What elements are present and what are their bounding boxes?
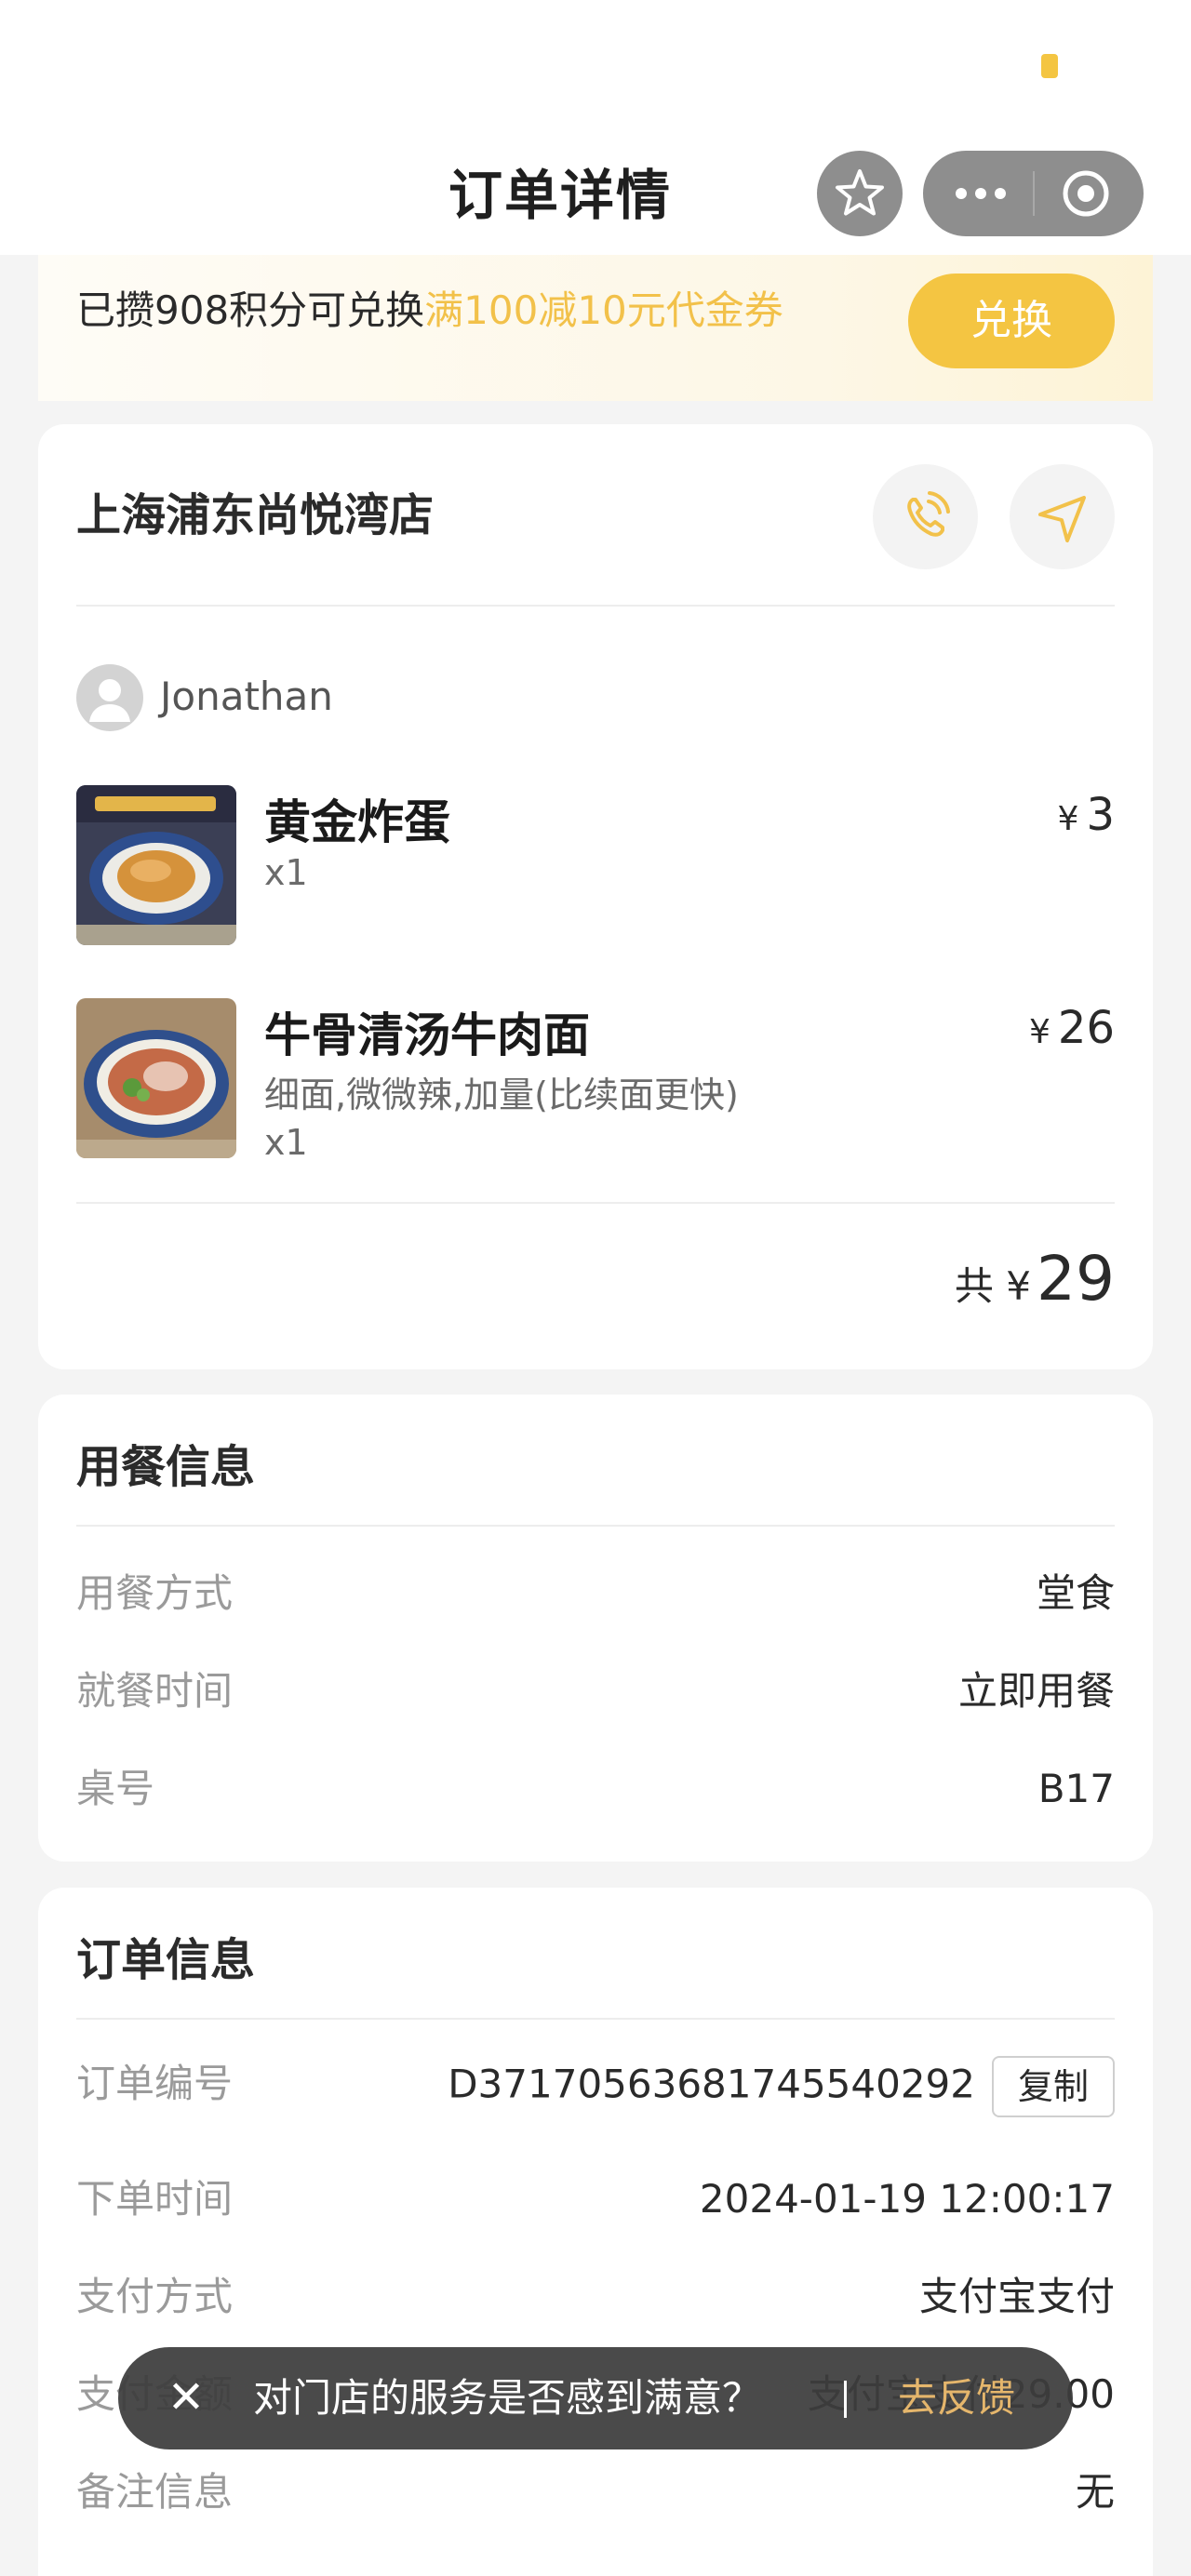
store-name: 上海浦东尚悦湾店 — [76, 489, 435, 541]
close-icon[interactable]: ✕ — [163, 2347, 209, 2449]
section-divider — [76, 2018, 1115, 2020]
item-quantity: x1 — [264, 852, 308, 893]
dining-info-card: 用餐信息 用餐方式 堂食 就餐时间 立即用餐 桌号 B17 — [38, 1395, 1153, 1862]
star-icon — [836, 169, 884, 216]
info-row: 支付方式 支付宝支付 — [76, 2269, 1115, 2325]
info-row: 用餐方式 堂食 — [76, 1566, 1115, 1622]
info-label: 订单编号 — [76, 2061, 234, 2106]
food-image-icon — [76, 998, 236, 1158]
order-number-row: 订单编号 D37170563681745540292 复制 — [76, 2056, 1115, 2117]
order-number: D37170563681745540292 — [448, 2061, 975, 2107]
info-value: 无 — [1075, 2469, 1115, 2515]
currency-symbol: ¥ — [1057, 800, 1079, 838]
item-image-beef-noodle — [76, 998, 236, 1158]
favorite-button[interactable] — [817, 151, 903, 236]
status-bar — [0, 0, 1191, 140]
info-value: 2024-01-19 12:00:17 — [699, 2176, 1115, 2222]
navigation-bar: 订单详情 — [0, 140, 1191, 255]
order-info-card: 订单信息 订单编号 D37170563681745540292 复制 下单时间 2… — [38, 1888, 1153, 2576]
info-row: 桌号 B17 — [76, 1761, 1115, 1817]
info-label: 就餐时间 — [76, 1668, 234, 1714]
item-price-value: 3 — [1086, 789, 1115, 841]
item-price-value: 26 — [1057, 1002, 1115, 1054]
avatar — [76, 664, 143, 731]
points-banner: 已攒908积分可兑换满100减10元代金券 兑换 — [38, 255, 1153, 401]
item-name: 黄金炸蛋 — [264, 795, 450, 849]
order-total: 共 ¥29 — [955, 1243, 1115, 1315]
coupon-highlight: 满100减10元代金券 — [424, 287, 783, 333]
info-value: 堂食 — [1036, 1570, 1115, 1616]
item-quantity: x1 — [264, 1122, 308, 1163]
info-label: 用餐方式 — [76, 1570, 234, 1616]
close-mini-program-button[interactable] — [1035, 151, 1144, 236]
points-message: 已攒908积分可兑换满100减10元代金券 — [76, 283, 783, 339]
currency-symbol: ¥ — [1029, 1013, 1050, 1051]
info-row: 就餐时间 立即用餐 — [76, 1663, 1115, 1719]
store-divider — [76, 605, 1115, 607]
info-row: 下单时间 2024-01-19 12:00:17 — [76, 2171, 1115, 2227]
info-label: 支付方式 — [76, 2274, 234, 2319]
store-order-card: 上海浦东尚悦湾店 Jonathan 黄金炸蛋 ¥ 3 x1 牛骨清汤牛肉面 ¥ … — [38, 424, 1153, 1369]
item-price: ¥3 — [1058, 789, 1115, 841]
more-options-button[interactable] — [923, 151, 1033, 236]
food-image-icon — [76, 785, 236, 945]
phone-icon — [907, 491, 950, 537]
navigation-arrow-icon — [1038, 496, 1086, 542]
more-dots-icon — [956, 188, 1006, 199]
copy-button[interactable]: 复制 — [992, 2056, 1115, 2117]
user-avatar-icon — [89, 679, 130, 722]
info-label: 备注信息 — [76, 2469, 234, 2515]
navigate-store-button[interactable] — [1010, 464, 1115, 569]
redeem-button[interactable]: 兑换 — [908, 274, 1115, 368]
section-divider — [76, 1525, 1115, 1527]
info-row: 备注信息 无 — [76, 2464, 1115, 2520]
total-currency: ¥ — [1006, 1263, 1032, 1309]
toast-message: 对门店的服务是否感到满意？ — [253, 2375, 762, 2421]
user-name: Jonathan — [160, 674, 333, 719]
total-prefix: 共 — [954, 1263, 994, 1309]
item-options: 细面,微微辣,加量(比续面更快) — [264, 1074, 739, 1115]
toast-divider — [844, 2381, 847, 2418]
info-label: 桌号 — [76, 1766, 155, 1811]
info-value: 立即用餐 — [957, 1668, 1115, 1714]
item-price: ¥26 — [1029, 1002, 1115, 1054]
item-name: 牛骨清汤牛肉面 — [264, 1008, 590, 1062]
info-value: 支付宝支付 — [918, 2274, 1115, 2319]
battery-indicator-icon — [1041, 54, 1058, 78]
section-title: 用餐信息 — [76, 1441, 256, 1493]
order-number-value: D37170563681745540292 复制 — [448, 2056, 1115, 2117]
item-image-fried-egg — [76, 785, 236, 945]
mini-program-capsule — [923, 151, 1144, 236]
target-close-icon — [1063, 170, 1109, 217]
total-value: 29 — [1037, 1243, 1115, 1315]
feedback-link[interactable]: 去反馈 — [898, 2347, 1015, 2449]
section-title: 订单信息 — [76, 1934, 256, 1986]
feedback-toast: ✕ 对门店的服务是否感到满意？ 去反馈 — [118, 2347, 1073, 2449]
info-value: B17 — [1037, 1766, 1115, 1811]
points-prefix: 已攒908积分可兑换 — [76, 287, 425, 333]
call-store-button[interactable] — [873, 464, 978, 569]
info-label: 下单时间 — [76, 2176, 234, 2222]
items-divider — [76, 1202, 1115, 1204]
